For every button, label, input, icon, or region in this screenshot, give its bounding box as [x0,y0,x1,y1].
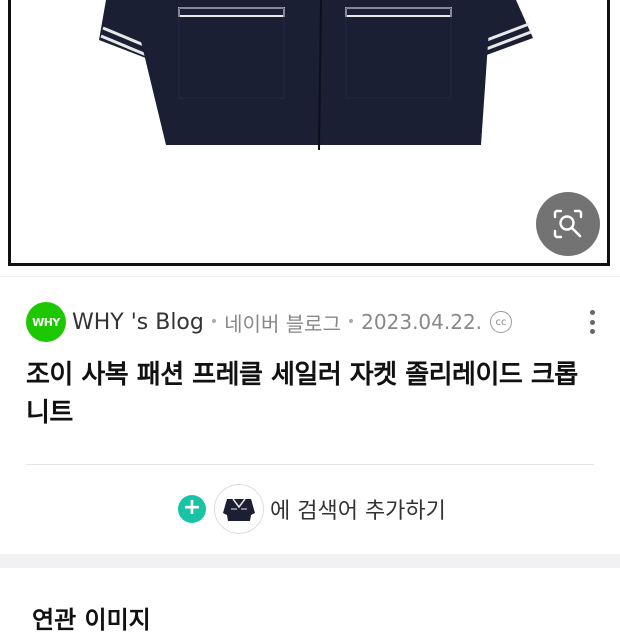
source-row[interactable]: WHY WHY 's Blog • 네이버 블로그 • 2023.04.22. … [26,302,596,342]
image-search-lens-icon [553,209,583,239]
jacket-thumbnail [223,498,255,521]
plus-icon: + [178,495,206,523]
section-divider [26,464,594,465]
separator-dot: • [209,314,219,330]
post-date: 2023.04.22. [361,310,483,334]
image-search-button[interactable] [536,192,600,256]
platform-name: 네이버 블로그 [224,311,341,336]
blog-name[interactable]: WHY 's Blog [72,310,204,335]
add-search-term-button[interactable]: + 에 검색어 추가하기 [178,484,446,534]
add-search-label: 에 검색어 추가하기 [270,499,446,524]
blog-logo[interactable]: WHY [26,302,66,342]
cc-license-icon: cc [490,311,513,333]
section-separator [0,554,620,568]
result-title[interactable]: 조이 사복 패션 프레클 세일러 자켓 졸리레이드 크롭 니트 [26,356,596,432]
separator-dot: • [346,314,356,330]
result-image-area[interactable] [0,0,620,276]
image-divider [0,276,620,277]
jacket-image [99,0,533,151]
result-image[interactable] [8,0,610,266]
related-images-heading: 연관 이미지 [32,606,151,634]
more-vertical-icon [589,310,595,315]
image-thumbnail [214,484,264,534]
more-options-button[interactable] [588,310,596,334]
